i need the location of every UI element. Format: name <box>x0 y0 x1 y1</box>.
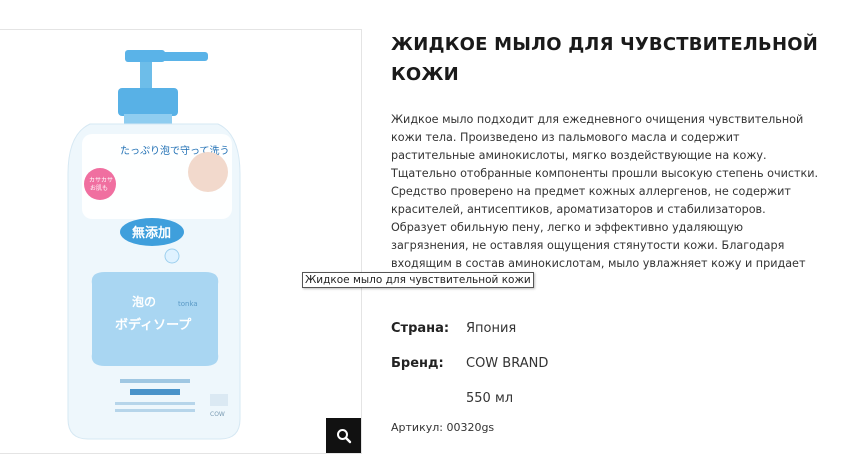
svg-text:無添加: 無添加 <box>132 225 171 241</box>
product-sku: Артикул: 00320gs <box>391 421 495 434</box>
svg-text:カサカサ: カサカサ <box>89 177 113 184</box>
product-info: ЖИДКОЕ МЫЛО ДЛЯ ЧУВСТВИТЕЛЬНОЙ КОЖИ Жидк… <box>391 30 821 416</box>
svg-text:泡の: 泡の <box>132 294 156 309</box>
product-properties: Страна: Япония Бренд: COW BRAND 550 мл <box>391 311 821 416</box>
svg-text:お肌も: お肌も <box>90 185 108 192</box>
property-brand: Бренд: COW BRAND <box>391 346 821 381</box>
product-title: ЖИДКОЕ МЫЛО ДЛЯ ЧУВСТВИТЕЛЬНОЙ КОЖИ <box>391 34 818 85</box>
zoom-button[interactable] <box>326 418 361 453</box>
svg-text:COW: COW <box>210 411 225 418</box>
product-description: Жидкое мыло подходит для ежедневного очи… <box>391 113 819 288</box>
svg-text:ボディソープ: ボディソープ <box>115 317 192 333</box>
property-value: Япония <box>466 321 517 336</box>
product-image-panel: たっぷり泡で守って洗う カサカサ お肌も 無添加 泡の ボディソープ tonka… <box>0 29 362 454</box>
image-tooltip: Жидкое мыло для чувствительной кожи <box>302 272 534 288</box>
property-label: Бренд: <box>391 356 444 371</box>
product-image[interactable]: たっぷり泡で守って洗う カサカサ お肌も 無添加 泡の ボディソープ tonka… <box>60 44 250 444</box>
property-volume: 550 мл <box>391 381 821 416</box>
property-country: Страна: Япония <box>391 311 821 346</box>
svg-text:tonka: tonka <box>178 300 198 308</box>
property-value: 550 мл <box>466 391 514 406</box>
property-value: COW BRAND <box>466 356 549 371</box>
property-label: Страна: <box>391 321 450 336</box>
search-icon <box>337 429 352 444</box>
